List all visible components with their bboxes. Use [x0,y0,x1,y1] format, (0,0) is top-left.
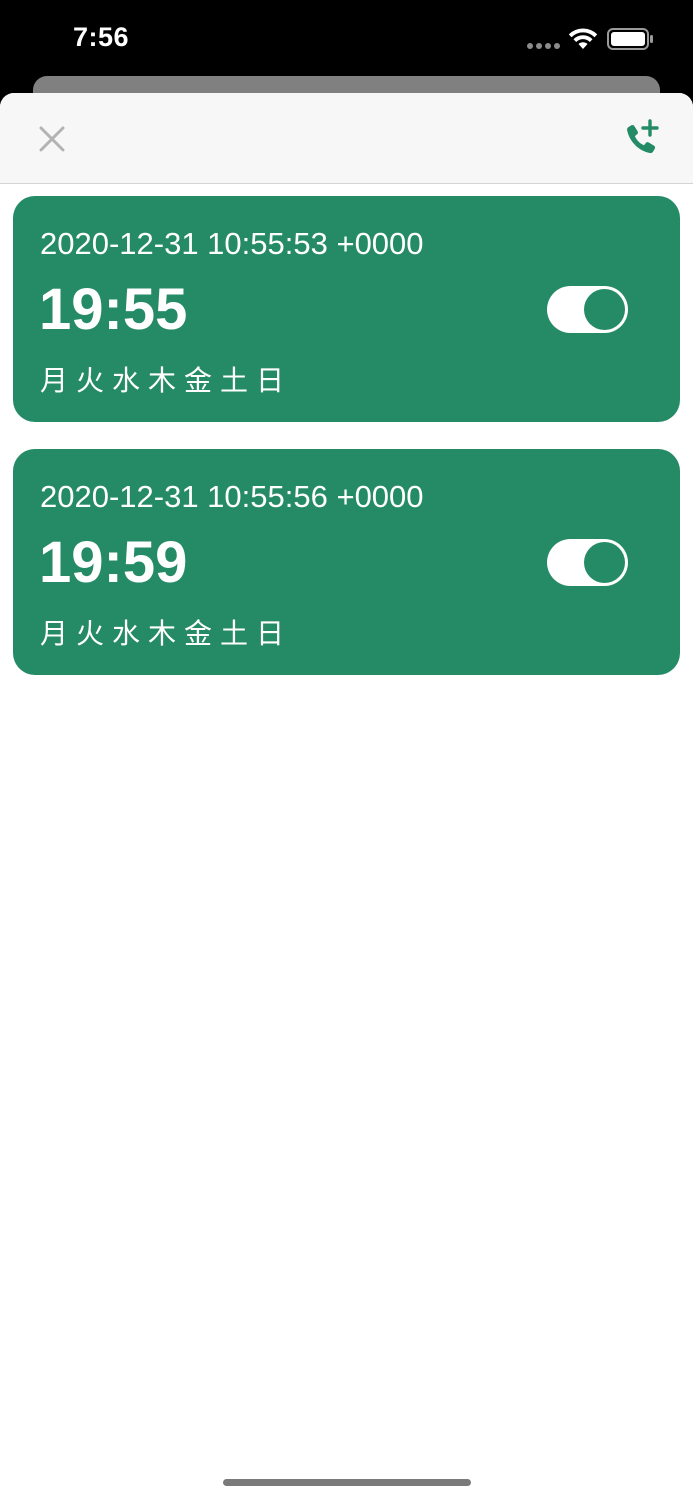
alarm-repeat-days: 月火水木金土日 [40,617,293,650]
close-icon [39,126,65,152]
home-indicator[interactable] [223,1479,471,1486]
battery-icon [607,28,653,50]
alarm-enabled-toggle[interactable] [547,539,628,586]
alarm-card[interactable]: 2020-12-31 10:55:56 +0000 19:59 月火水木金土日 [13,449,680,675]
status-time: 7:56 [73,22,130,52]
alarm-time: 19:55 [39,277,188,342]
close-button[interactable] [30,117,74,161]
navigation-bar [0,93,693,184]
cellular-signal-icon [527,43,561,49]
phone-add-icon [627,119,659,154]
add-alarm-button[interactable] [617,115,665,163]
alarm-enabled-toggle[interactable] [547,286,628,333]
alarm-time: 19:59 [39,530,188,595]
alarm-card[interactable]: 2020-12-31 10:55:53 +0000 19:55 月火水木金土日 [13,196,680,422]
alarm-repeat-days: 月火水木金土日 [40,364,293,397]
wifi-icon [568,28,598,49]
toggle-knob [584,542,625,583]
toggle-knob [584,289,625,330]
alarm-created-date: 2020-12-31 10:55:53 +0000 [40,226,424,261]
alarm-list-sheet: 2020-12-31 10:55:53 +0000 19:55 月火水木金土日 … [0,93,693,1500]
alarm-created-date: 2020-12-31 10:55:56 +0000 [40,479,424,514]
